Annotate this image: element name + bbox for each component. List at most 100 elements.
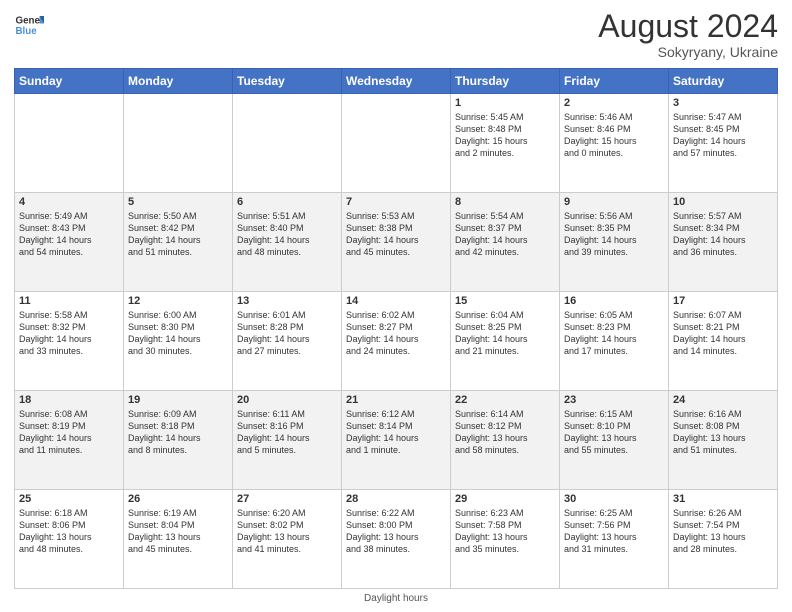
day-number: 30 xyxy=(564,493,664,505)
day-number: 25 xyxy=(19,493,119,505)
day-info: Sunrise: 5:45 AM Sunset: 8:48 PM Dayligh… xyxy=(455,111,555,160)
day-number: 3 xyxy=(673,97,773,109)
day-info: Sunrise: 5:47 AM Sunset: 8:45 PM Dayligh… xyxy=(673,111,773,160)
calendar-cell-w4-d4: 21 Sunrise: 6:12 AM Sunset: 8:14 PM Dayli… xyxy=(342,391,451,490)
day-info: Sunrise: 6:25 AM Sunset: 7:56 PM Dayligh… xyxy=(564,507,664,556)
calendar-cell-w1-d5: 1 Sunrise: 5:45 AM Sunset: 8:48 PM Daylig… xyxy=(451,94,560,193)
calendar-cell-w1-d7: 3 Sunrise: 5:47 AM Sunset: 8:45 PM Daylig… xyxy=(669,94,778,193)
day-number: 14 xyxy=(346,295,446,307)
calendar-cell-w5-d3: 27 Sunrise: 6:20 AM Sunset: 8:02 PM Dayli… xyxy=(233,490,342,589)
day-number: 21 xyxy=(346,394,446,406)
day-number: 2 xyxy=(564,97,664,109)
title-block: August 2024 Sokyryany, Ukraine xyxy=(598,10,778,60)
calendar-cell-w5-d6: 30 Sunrise: 6:25 AM Sunset: 7:56 PM Dayli… xyxy=(560,490,669,589)
logo: General Blue xyxy=(14,10,44,40)
day-number: 1 xyxy=(455,97,555,109)
day-info: Sunrise: 5:56 AM Sunset: 8:35 PM Dayligh… xyxy=(564,210,664,259)
day-info: Sunrise: 6:22 AM Sunset: 8:00 PM Dayligh… xyxy=(346,507,446,556)
day-info: Sunrise: 6:23 AM Sunset: 7:58 PM Dayligh… xyxy=(455,507,555,556)
day-number: 24 xyxy=(673,394,773,406)
calendar-cell-w2-d6: 9 Sunrise: 5:56 AM Sunset: 8:35 PM Daylig… xyxy=(560,193,669,292)
day-info: Sunrise: 6:20 AM Sunset: 8:02 PM Dayligh… xyxy=(237,507,337,556)
calendar-cell-w3-d2: 12 Sunrise: 6:00 AM Sunset: 8:30 PM Dayli… xyxy=(124,292,233,391)
day-number: 9 xyxy=(564,196,664,208)
calendar-cell-w2-d2: 5 Sunrise: 5:50 AM Sunset: 8:42 PM Daylig… xyxy=(124,193,233,292)
day-number: 13 xyxy=(237,295,337,307)
calendar-cell-w5-d5: 29 Sunrise: 6:23 AM Sunset: 7:58 PM Dayli… xyxy=(451,490,560,589)
day-info: Sunrise: 6:11 AM Sunset: 8:16 PM Dayligh… xyxy=(237,408,337,457)
day-info: Sunrise: 6:05 AM Sunset: 8:23 PM Dayligh… xyxy=(564,309,664,358)
day-info: Sunrise: 6:01 AM Sunset: 8:28 PM Dayligh… xyxy=(237,309,337,358)
col-thursday: Thursday xyxy=(451,69,560,94)
calendar-cell-w3-d3: 13 Sunrise: 6:01 AM Sunset: 8:28 PM Dayli… xyxy=(233,292,342,391)
calendar-cell-w5-d4: 28 Sunrise: 6:22 AM Sunset: 8:00 PM Dayli… xyxy=(342,490,451,589)
calendar-cell-w5-d7: 31Sunrise: 6:26 AM Sunset: 7:54 PM Dayli… xyxy=(669,490,778,589)
day-info: Sunrise: 6:02 AM Sunset: 8:27 PM Dayligh… xyxy=(346,309,446,358)
day-info: Sunrise: 5:51 AM Sunset: 8:40 PM Dayligh… xyxy=(237,210,337,259)
col-saturday: Saturday xyxy=(669,69,778,94)
calendar-week-2: 4 Sunrise: 5:49 AM Sunset: 8:43 PM Daylig… xyxy=(15,193,778,292)
day-info: Sunrise: 6:14 AM Sunset: 8:12 PM Dayligh… xyxy=(455,408,555,457)
col-friday: Friday xyxy=(560,69,669,94)
day-number: 11 xyxy=(19,295,119,307)
calendar-cell-w5-d2: 26Sunrise: 6:19 AM Sunset: 8:04 PM Dayli… xyxy=(124,490,233,589)
calendar-cell-w2-d4: 7Sunrise: 5:53 AM Sunset: 8:38 PM Daylig… xyxy=(342,193,451,292)
col-tuesday: Tuesday xyxy=(233,69,342,94)
calendar-cell-w2-d3: 6 Sunrise: 5:51 AM Sunset: 8:40 PM Daylig… xyxy=(233,193,342,292)
day-info: Sunrise: 5:46 AM Sunset: 8:46 PM Dayligh… xyxy=(564,111,664,160)
calendar-cell-w3-d6: 16 Sunrise: 6:05 AM Sunset: 8:23 PM Dayli… xyxy=(560,292,669,391)
calendar-table: Sunday Monday Tuesday Wednesday Thursday… xyxy=(14,68,778,589)
calendar-cell-w5-d1: 25 Sunrise: 6:18 AM Sunset: 8:06 PM Dayli… xyxy=(15,490,124,589)
day-number: 17 xyxy=(673,295,773,307)
calendar-week-5: 25 Sunrise: 6:18 AM Sunset: 8:06 PM Dayli… xyxy=(15,490,778,589)
calendar-cell-w4-d7: 24 Sunrise: 6:16 AM Sunset: 8:08 PM Dayli… xyxy=(669,391,778,490)
day-info: Sunrise: 6:00 AM Sunset: 8:30 PM Dayligh… xyxy=(128,309,228,358)
day-info: Sunrise: 5:58 AM Sunset: 8:32 PM Dayligh… xyxy=(19,309,119,358)
footer-note: Daylight hours xyxy=(14,593,778,604)
day-info: Sunrise: 6:26 AM Sunset: 7:54 PM Dayligh… xyxy=(673,507,773,556)
day-number: 8 xyxy=(455,196,555,208)
day-number: 6 xyxy=(237,196,337,208)
day-number: 28 xyxy=(346,493,446,505)
day-number: 5 xyxy=(128,196,228,208)
calendar-week-3: 11 Sunrise: 5:58 AM Sunset: 8:32 PM Dayli… xyxy=(15,292,778,391)
day-info: Sunrise: 6:08 AM Sunset: 8:19 PM Dayligh… xyxy=(19,408,119,457)
calendar-cell-w1-d2 xyxy=(124,94,233,193)
day-number: 15 xyxy=(455,295,555,307)
day-info: Sunrise: 5:49 AM Sunset: 8:43 PM Dayligh… xyxy=(19,210,119,259)
calendar-cell-w4-d2: 19Sunrise: 6:09 AM Sunset: 8:18 PM Dayli… xyxy=(124,391,233,490)
calendar-cell-w3-d5: 15Sunrise: 6:04 AM Sunset: 8:25 PM Dayli… xyxy=(451,292,560,391)
calendar-cell-w2-d7: 10Sunrise: 5:57 AM Sunset: 8:34 PM Dayli… xyxy=(669,193,778,292)
col-monday: Monday xyxy=(124,69,233,94)
day-number: 16 xyxy=(564,295,664,307)
day-info: Sunrise: 5:50 AM Sunset: 8:42 PM Dayligh… xyxy=(128,210,228,259)
col-sunday: Sunday xyxy=(15,69,124,94)
day-number: 7 xyxy=(346,196,446,208)
header: General Blue August 2024 Sokyryany, Ukra… xyxy=(14,10,778,60)
day-number: 29 xyxy=(455,493,555,505)
calendar-cell-w4-d3: 20Sunrise: 6:11 AM Sunset: 8:16 PM Dayli… xyxy=(233,391,342,490)
calendar-header-row: Sunday Monday Tuesday Wednesday Thursday… xyxy=(15,69,778,94)
day-number: 10 xyxy=(673,196,773,208)
day-info: Sunrise: 6:09 AM Sunset: 8:18 PM Dayligh… xyxy=(128,408,228,457)
day-number: 12 xyxy=(128,295,228,307)
page: General Blue August 2024 Sokyryany, Ukra… xyxy=(0,0,792,612)
day-info: Sunrise: 6:16 AM Sunset: 8:08 PM Dayligh… xyxy=(673,408,773,457)
day-number: 4 xyxy=(19,196,119,208)
svg-text:Blue: Blue xyxy=(16,26,38,37)
day-number: 27 xyxy=(237,493,337,505)
calendar-cell-w3-d1: 11 Sunrise: 5:58 AM Sunset: 8:32 PM Dayli… xyxy=(15,292,124,391)
day-info: Sunrise: 6:12 AM Sunset: 8:14 PM Dayligh… xyxy=(346,408,446,457)
calendar-cell-w1-d4 xyxy=(342,94,451,193)
calendar-cell-w4-d5: 22Sunrise: 6:14 AM Sunset: 8:12 PM Dayli… xyxy=(451,391,560,490)
calendar-cell-w2-d5: 8 Sunrise: 5:54 AM Sunset: 8:37 PM Daylig… xyxy=(451,193,560,292)
calendar-cell-w4-d6: 23Sunrise: 6:15 AM Sunset: 8:10 PM Dayli… xyxy=(560,391,669,490)
calendar-cell-w1-d6: 2 Sunrise: 5:46 AM Sunset: 8:46 PM Daylig… xyxy=(560,94,669,193)
location-title: Sokyryany, Ukraine xyxy=(598,44,778,60)
logo-icon: General Blue xyxy=(14,10,44,40)
day-number: 26 xyxy=(128,493,228,505)
day-info: Sunrise: 6:18 AM Sunset: 8:06 PM Dayligh… xyxy=(19,507,119,556)
calendar-cell-w1-d3 xyxy=(233,94,342,193)
day-info: Sunrise: 5:54 AM Sunset: 8:37 PM Dayligh… xyxy=(455,210,555,259)
calendar-cell-w4-d1: 18Sunrise: 6:08 AM Sunset: 8:19 PM Dayli… xyxy=(15,391,124,490)
